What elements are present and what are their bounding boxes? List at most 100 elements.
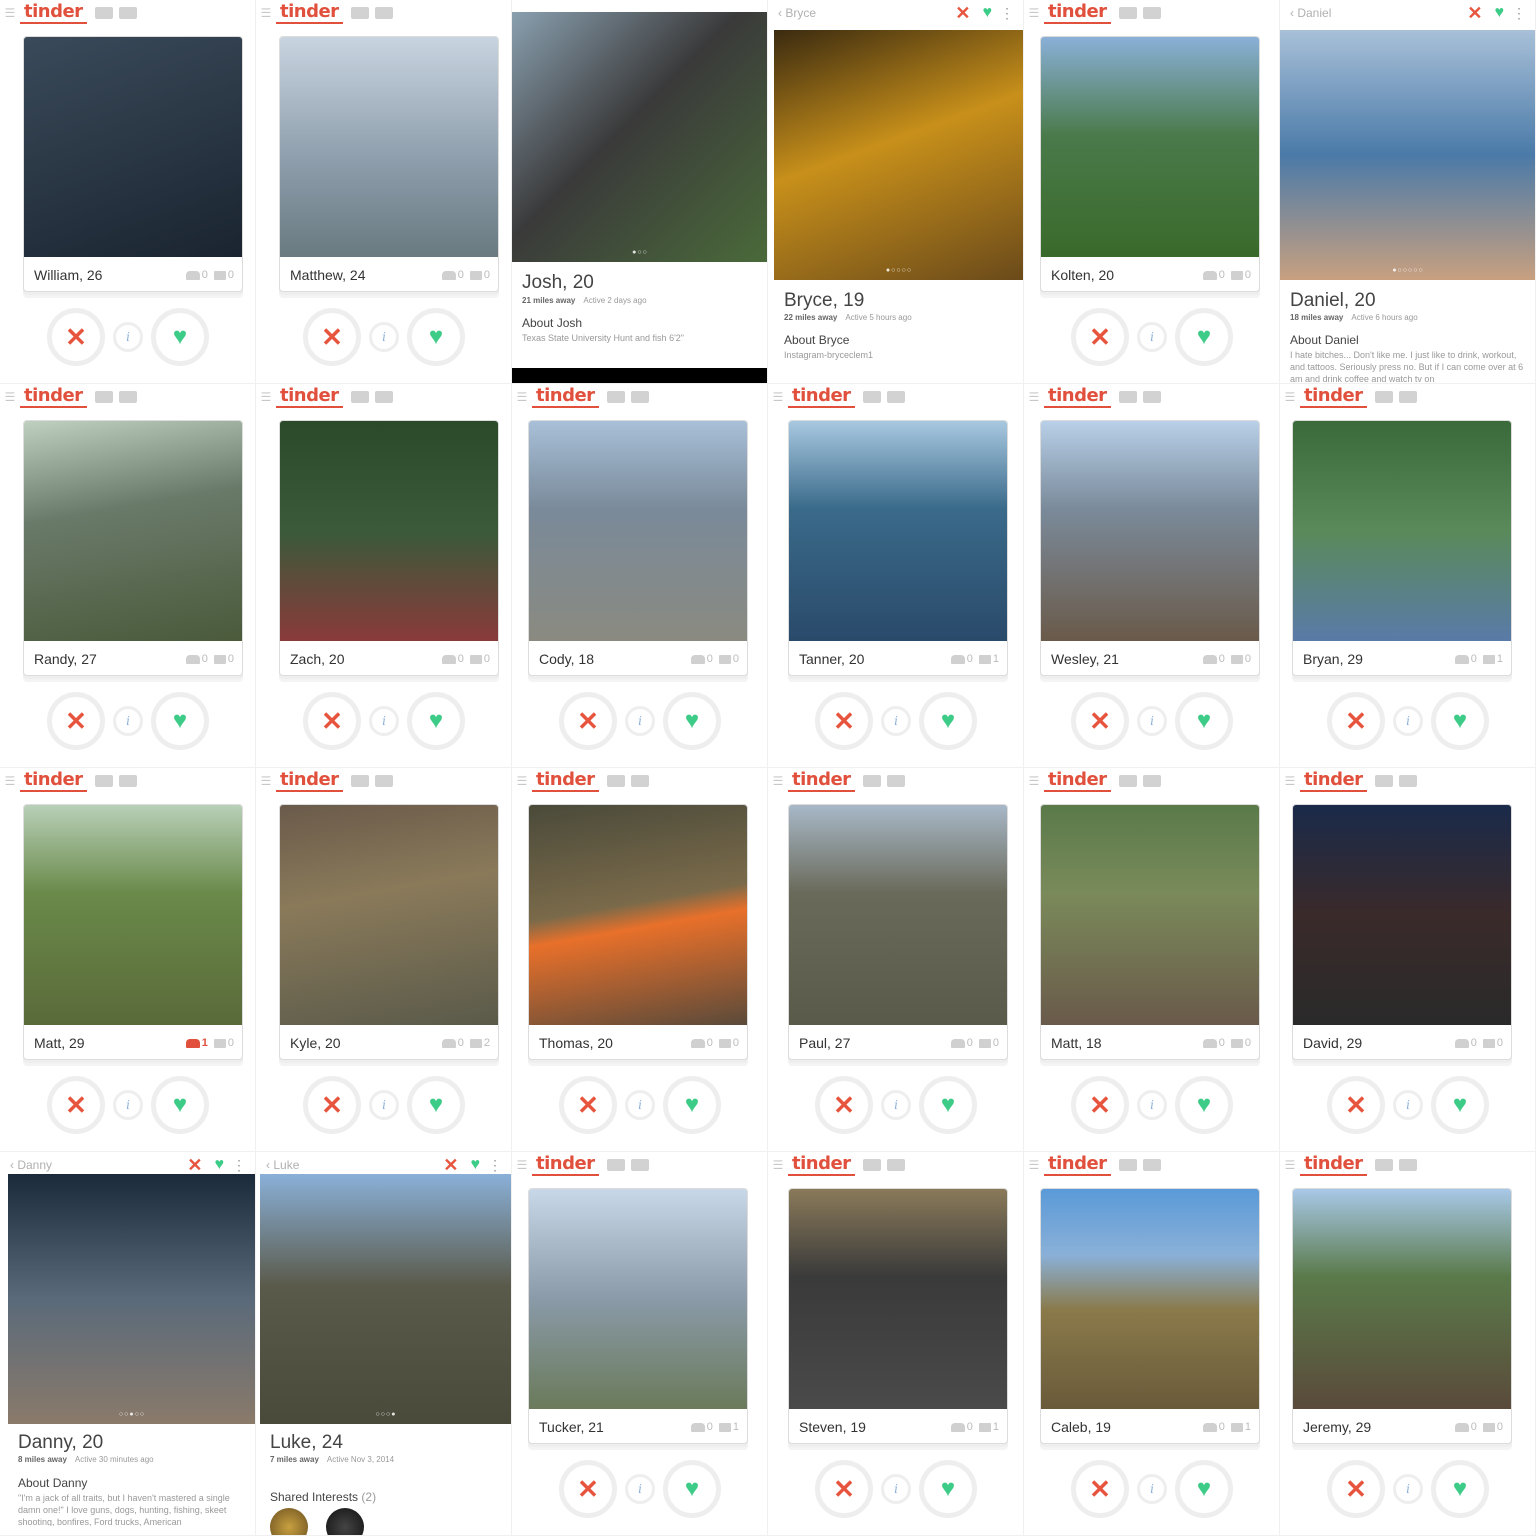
- tinder-logo[interactable]: tinder: [532, 386, 599, 408]
- nope-button[interactable]: ✕: [303, 1076, 361, 1134]
- tinder-logo[interactable]: tinder: [788, 770, 855, 792]
- tinder-logo[interactable]: tinder: [20, 2, 87, 24]
- info-button[interactable]: i: [369, 322, 399, 352]
- tinder-logo[interactable]: tinder: [1044, 770, 1111, 792]
- chat-icon[interactable]: [1398, 1159, 1417, 1171]
- info-button[interactable]: i: [1393, 706, 1423, 736]
- tinder-logo[interactable]: tinder: [1300, 770, 1367, 792]
- nope-button[interactable]: ✕: [47, 692, 105, 750]
- profile-card[interactable]: Matthew, 24 0 0: [279, 36, 499, 292]
- menu-icon[interactable]: ☰: [1280, 1158, 1300, 1172]
- photo-pager-dots[interactable]: ○○●○○: [8, 1411, 255, 1418]
- menu-icon[interactable]: ☰: [0, 774, 20, 788]
- info-button[interactable]: i: [369, 706, 399, 736]
- photo-pager-dots[interactable]: ●○○○○○: [1280, 267, 1535, 274]
- menu-icon[interactable]: ☰: [512, 1158, 532, 1172]
- tinder-logo[interactable]: tinder: [1044, 2, 1111, 24]
- nope-icon[interactable]: ✕: [443, 1155, 458, 1176]
- tinder-logo[interactable]: tinder: [276, 2, 343, 24]
- profile-card[interactable]: Randy, 27 0 0: [23, 420, 243, 676]
- moments-icon[interactable]: [1118, 7, 1137, 19]
- tinder-logo[interactable]: tinder: [1044, 1154, 1111, 1176]
- like-icon[interactable]: ♥: [471, 1156, 481, 1174]
- moments-icon[interactable]: [350, 391, 369, 403]
- like-button[interactable]: ♥: [663, 1460, 721, 1518]
- nope-button[interactable]: ✕: [559, 1460, 617, 1518]
- moments-icon[interactable]: [1118, 775, 1137, 787]
- back-button[interactable]: ‹ Daniel: [1290, 6, 1467, 20]
- menu-icon[interactable]: ☰: [1280, 774, 1300, 788]
- menu-icon[interactable]: ☰: [256, 774, 276, 788]
- shared-interest-avatar[interactable]: [270, 1508, 308, 1535]
- menu-icon[interactable]: ☰: [256, 390, 276, 404]
- like-button[interactable]: ♥: [663, 692, 721, 750]
- nope-button[interactable]: ✕: [815, 1460, 873, 1518]
- info-button[interactable]: i: [1137, 1090, 1167, 1120]
- like-button[interactable]: ♥: [407, 692, 465, 750]
- chat-icon[interactable]: [118, 7, 137, 19]
- like-button[interactable]: ♥: [1175, 308, 1233, 366]
- moments-icon[interactable]: [862, 1159, 881, 1171]
- moments-icon[interactable]: [94, 7, 113, 19]
- info-button[interactable]: i: [625, 1474, 655, 1504]
- profile-card[interactable]: Wesley, 21 0 0: [1040, 420, 1260, 676]
- tinder-logo[interactable]: tinder: [788, 386, 855, 408]
- menu-icon[interactable]: ☰: [768, 774, 788, 788]
- tinder-logo[interactable]: tinder: [788, 1154, 855, 1176]
- profile-card[interactable]: Paul, 27 0 0: [788, 804, 1008, 1060]
- nope-button[interactable]: ✕: [1071, 692, 1129, 750]
- chat-icon[interactable]: [886, 775, 905, 787]
- more-icon[interactable]: ⋮: [1512, 5, 1526, 22]
- photo-pager-dots[interactable]: ○○○●: [260, 1411, 511, 1418]
- chat-icon[interactable]: [1142, 775, 1161, 787]
- like-button[interactable]: ♥: [1175, 1076, 1233, 1134]
- nope-button[interactable]: ✕: [1327, 1076, 1385, 1134]
- profile-card[interactable]: Cody, 18 0 0: [528, 420, 748, 676]
- chat-icon[interactable]: [630, 391, 649, 403]
- moments-icon[interactable]: [1118, 1159, 1137, 1171]
- like-button[interactable]: ♥: [1175, 692, 1233, 750]
- nope-button[interactable]: ✕: [559, 1076, 617, 1134]
- profile-card[interactable]: Tucker, 21 0 1: [528, 1188, 748, 1444]
- like-button[interactable]: ♥: [407, 1076, 465, 1134]
- menu-icon[interactable]: ☰: [0, 6, 20, 20]
- chat-icon[interactable]: [374, 391, 393, 403]
- info-button[interactable]: i: [625, 1090, 655, 1120]
- info-button[interactable]: i: [881, 1090, 911, 1120]
- profile-card[interactable]: David, 29 0 0: [1292, 804, 1512, 1060]
- profile-card[interactable]: Steven, 19 0 1: [788, 1188, 1008, 1444]
- info-button[interactable]: i: [1137, 1474, 1167, 1504]
- like-button[interactable]: ♥: [919, 692, 977, 750]
- info-button[interactable]: i: [1137, 706, 1167, 736]
- like-button[interactable]: ♥: [1431, 692, 1489, 750]
- menu-icon[interactable]: ☰: [1024, 1158, 1044, 1172]
- moments-icon[interactable]: [606, 391, 625, 403]
- back-button[interactable]: ‹ Luke: [266, 1158, 443, 1172]
- profile-card[interactable]: William, 26 0 0: [23, 36, 243, 292]
- moments-icon[interactable]: [1118, 391, 1137, 403]
- moments-icon[interactable]: [606, 775, 625, 787]
- chat-icon[interactable]: [630, 775, 649, 787]
- menu-icon[interactable]: ☰: [768, 1158, 788, 1172]
- nope-button[interactable]: ✕: [1071, 1076, 1129, 1134]
- nope-button[interactable]: ✕: [47, 308, 105, 366]
- nope-button[interactable]: ✕: [559, 692, 617, 750]
- info-button[interactable]: i: [113, 706, 143, 736]
- menu-icon[interactable]: ☰: [512, 390, 532, 404]
- profile-card[interactable]: Zach, 20 0 0: [279, 420, 499, 676]
- nope-icon[interactable]: ✕: [955, 3, 970, 24]
- tinder-logo[interactable]: tinder: [1300, 1154, 1367, 1176]
- info-button[interactable]: i: [369, 1090, 399, 1120]
- profile-card[interactable]: Jeremy, 29 0 0: [1292, 1188, 1512, 1444]
- nope-button[interactable]: ✕: [1327, 692, 1385, 750]
- info-button[interactable]: i: [1393, 1090, 1423, 1120]
- moments-icon[interactable]: [1374, 775, 1393, 787]
- menu-icon[interactable]: ☰: [1024, 390, 1044, 404]
- chat-icon[interactable]: [118, 775, 137, 787]
- like-button[interactable]: ♥: [1431, 1076, 1489, 1134]
- profile-card[interactable]: Matt, 18 0 0: [1040, 804, 1260, 1060]
- moments-icon[interactable]: [606, 1159, 625, 1171]
- menu-icon[interactable]: ☰: [1280, 390, 1300, 404]
- chat-icon[interactable]: [886, 1159, 905, 1171]
- moments-icon[interactable]: [862, 775, 881, 787]
